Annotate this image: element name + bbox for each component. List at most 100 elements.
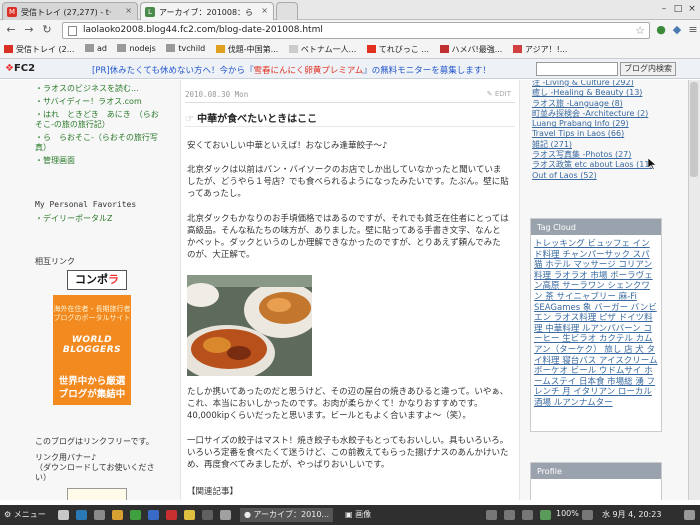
address-bar[interactable]: laolaoko2008.blog44.fc2.com/blog-date-20… [62, 22, 650, 39]
blog-search-button[interactable]: ブログ内検索 [620, 62, 676, 76]
link-banner-heading: リンク用バナー♪ （ダウンロードしてお使いください） [35, 453, 155, 482]
extension-icon-2[interactable]: ◆ [670, 23, 684, 37]
terminal-icon[interactable] [76, 510, 87, 520]
fc2-logo[interactable]: ❖FC2 [5, 63, 35, 74]
category-link[interactable]: ラオス政策 etc about Laos (11) [532, 160, 660, 170]
folder-icon [166, 44, 176, 52]
sidebar-link[interactable]: ら らおそこ-（らおその旅行写真） [35, 133, 160, 153]
mouse-cursor-icon [648, 158, 656, 170]
favorite-link[interactable]: デイリーポータルZ [35, 214, 112, 224]
network-icon[interactable] [486, 510, 497, 520]
category-link[interactable]: 注 -Living & Culture (292) [532, 80, 660, 88]
start-menu-button[interactable]: ⚙ メニュー [4, 509, 46, 520]
extension-icon[interactable]: ● [654, 23, 668, 37]
food-photo[interactable] [187, 275, 312, 376]
category-list: 注 -Living & Culture (292) 癒し -Healing & … [530, 80, 662, 180]
category-link[interactable]: 癒し -Healing & Beauty (13) [532, 88, 660, 98]
bookmark-item[interactable]: てれびっこ ... [366, 44, 429, 55]
link-list: ラオスのビジネスを読む... サバイディー！ラオス.com はれ ときどき あに… [35, 84, 160, 166]
category-link[interactable]: Out of Laos (52) [532, 171, 660, 181]
clock[interactable]: 水 9月 4, 20:23 [602, 509, 661, 520]
related-posts-heading: 【関連記事】 [187, 487, 239, 497]
new-tab-button[interactable] [276, 2, 298, 20]
bookmark-folder[interactable]: ad [84, 44, 107, 53]
close-window-icon[interactable]: × [686, 3, 698, 15]
category-link[interactable]: ラオス旅 -Language (8) [532, 99, 660, 109]
bookmark-item[interactable]: ハメバ!最強... [439, 44, 502, 55]
tab-gmail[interactable]: M 受信トレイ (27,277) - t· × [2, 2, 138, 20]
fc2-pr-message[interactable]: [PR]休みたくても休めない方へ！今から『雪春にんにく卵黄プレミアム』の無料モニ… [92, 64, 491, 76]
sidebar-link[interactable]: ラオスのビジネスを読む... [35, 84, 160, 94]
bookmark-item[interactable]: 伐題-中国第... [215, 44, 278, 55]
blog-search-input[interactable] [536, 62, 618, 76]
category-link[interactable]: 町並み探検会 -Architecture (2) [532, 109, 660, 119]
reload-icon[interactable]: ↻ [40, 23, 54, 37]
post-title[interactable]: 中華が食べたいときはここ [185, 110, 317, 125]
category-link[interactable]: ラオス写真集 -Photos (27) [532, 150, 660, 160]
keyboard-icon[interactable] [522, 510, 533, 520]
bookmarks-bar: 受信トレイ (2... ad nodejs tvchild 伐題-中国第... … [0, 41, 700, 59]
bookmark-item[interactable]: 受信トレイ (2... [4, 44, 74, 55]
app-icon-2[interactable] [148, 510, 159, 520]
blog-page: ラオスのビジネスを読む... サバイディー！ラオス.com はれ ときどき あに… [0, 80, 688, 500]
link-banner-image[interactable] [67, 488, 127, 500]
sidebar-link[interactable]: 管理画面 [35, 156, 160, 166]
profile-box: Profile [530, 462, 662, 500]
chrome-icon[interactable] [184, 510, 195, 520]
app-icon[interactable] [130, 510, 141, 520]
tag-cloud-heading: Tag Cloud [531, 219, 661, 235]
post-paragraph: 北京ダックは以前はパン・バイソークのお店でしか出していなかったと聞いていましたが… [187, 165, 509, 199]
youtube-icon [366, 45, 376, 53]
menu-icon[interactable]: ≡ [686, 23, 700, 37]
category-link[interactable]: 雑記 (271) [532, 140, 660, 150]
category-link[interactable]: Travel Tips in Laos (66) [532, 129, 660, 139]
folder-icon[interactable] [112, 510, 123, 520]
sidebar-link[interactable]: はれ ときどき あにき （らおそこ-の旅の旅行記） [35, 110, 160, 130]
tag-cloud-box: Tag Cloud トレッキング ビュッフェ インド料理 チャンパーサック スパ… [530, 218, 662, 432]
tray-icon[interactable] [582, 510, 593, 520]
page-icon [288, 45, 298, 53]
link-free-note: このブログはリンクフリーです。 [35, 437, 154, 446]
folder-icon [84, 44, 94, 52]
bookmark-item[interactable]: アジア！!... [512, 44, 567, 55]
app-icon-3[interactable] [202, 510, 213, 520]
site-icon [215, 45, 225, 53]
bookmark-item[interactable]: ベトナム一人... [288, 44, 356, 55]
blog-post: 2010.08.30 Mon ✎ EDIT 中華が食べたいときはここ 安くておい… [180, 80, 520, 500]
maximize-icon[interactable]: □ [672, 3, 684, 15]
minimize-icon[interactable]: – [658, 3, 670, 15]
post-paragraph: 一口サイズの餃子はマスト！焼き餃子も水餃子もとってもおいしい。具もいろいろ。いろ… [187, 436, 509, 470]
scrollbar-thumb[interactable] [690, 82, 698, 177]
post-date: 2010.08.30 Mon [185, 90, 249, 99]
favorites-heading: My Personal Favorites [35, 200, 137, 209]
close-icon[interactable]: × [261, 6, 268, 15]
back-icon[interactable]: ← [4, 23, 18, 37]
tag-cloud[interactable]: トレッキング ビュッフェ インド料理 チャンパーサック スパ 猫 ホテル マッサ… [531, 235, 661, 413]
tab-label: アーカイブ：201008：ら [159, 8, 254, 17]
files-icon[interactable] [94, 510, 105, 520]
filezilla-icon[interactable] [166, 510, 177, 520]
bookmark-folder[interactable]: tvchild [166, 44, 205, 53]
edit-link[interactable]: ✎ EDIT [487, 90, 511, 98]
konpora-banner[interactable]: コンポラ [67, 270, 127, 290]
category-link[interactable]: Luang Prabang Info (29) [532, 119, 660, 129]
right-sidebar: 注 -Living & Culture (292) 癒し -Healing & … [530, 80, 662, 500]
world-bloggers-banner[interactable]: 海外在住者・長期旅行者 ブログのポータルサイト WORLD BLOGGERS 世… [53, 295, 131, 405]
post-paragraph: 安くておいしい中華といえば！おなじみ逢華餃子〜♪ [187, 141, 388, 151]
fc2-header-bar: ❖FC2 [PR]休みたくても休めない方へ！今から『雪春にんにく卵黄プレミアム』… [0, 59, 700, 79]
app-icon-4[interactable] [220, 510, 231, 520]
taskbar-window-chrome[interactable]: ● アーカイブ：2010... [240, 508, 334, 522]
tab-archive[interactable]: L アーカイブ：201008：ら × [140, 2, 274, 20]
desktop-icon[interactable] [58, 510, 69, 520]
battery-level: 100% [556, 509, 579, 518]
power-icon[interactable] [684, 510, 695, 520]
taskbar-window-images[interactable]: ▣ 画像 [345, 509, 371, 520]
sidebar-link[interactable]: サバイディー！ラオス.com [35, 97, 160, 107]
close-icon[interactable]: × [125, 6, 132, 15]
bookmark-folder[interactable]: nodejs [117, 44, 156, 53]
browser-toolbar: ← → ↻ laolaoko2008.blog44.fc2.com/blog-d… [0, 20, 700, 41]
page-icon [68, 26, 77, 36]
volume-icon[interactable] [504, 510, 515, 520]
bookmark-star-icon[interactable]: ☆ [635, 23, 645, 38]
forward-icon[interactable]: → [22, 23, 36, 37]
